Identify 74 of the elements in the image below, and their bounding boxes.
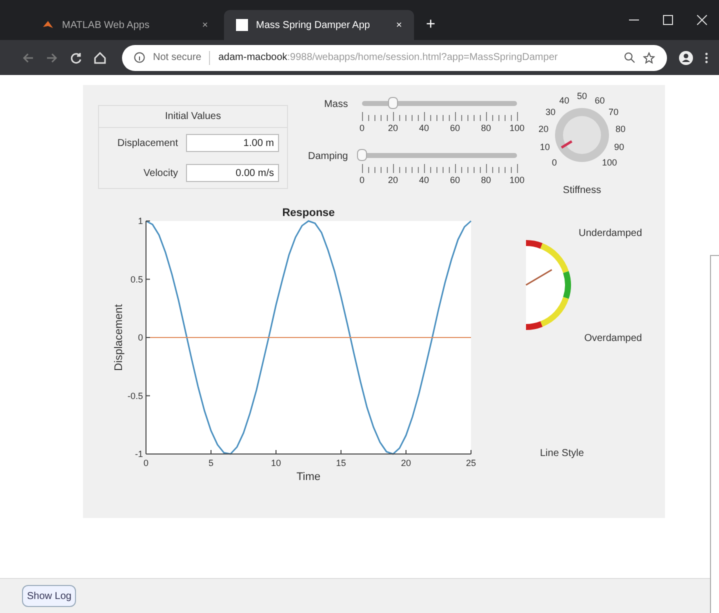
field-label: Velocity bbox=[144, 166, 178, 180]
x-tick-label: 10 bbox=[271, 458, 281, 468]
line-style-label: Line Style bbox=[540, 447, 585, 461]
show-log-button[interactable]: Show Log bbox=[22, 585, 76, 607]
panel-title: Initial Values bbox=[99, 106, 287, 128]
y-tick-label: 0.5 bbox=[130, 274, 143, 284]
input-field[interactable]: 1.00 m bbox=[186, 134, 279, 152]
tick-label: 60 bbox=[450, 174, 460, 187]
y-tick-label: -0.5 bbox=[127, 390, 143, 401]
input-field[interactable]: 0.00 m/s bbox=[186, 164, 279, 182]
tick-label: 20 bbox=[388, 174, 398, 187]
knob-tick-label: 70 bbox=[608, 107, 619, 118]
knob-tick-label: 80 bbox=[616, 124, 626, 134]
y-tick-label: 0 bbox=[138, 332, 143, 342]
account-icon[interactable] bbox=[679, 50, 693, 64]
x-tick-label: 25 bbox=[466, 458, 476, 468]
knob-tick-label: 100 bbox=[602, 158, 618, 168]
gauge-label: Overdamped bbox=[584, 332, 642, 346]
tick-label: 80 bbox=[481, 122, 491, 135]
url-text: adam-macbook:9988/webapps/home/session.html?app=MassSpringDamper bbox=[218, 51, 559, 65]
slider-label: Mass bbox=[323, 98, 348, 112]
x-tick-label: 15 bbox=[336, 458, 346, 468]
address-bar[interactable]: Not secure adam-macbook:9988/webapps/home/session.html?app=MassSpringDamper bbox=[122, 44, 667, 70]
maximize-icon[interactable] bbox=[663, 15, 673, 25]
close-icon[interactable]: × bbox=[202, 18, 208, 32]
tick-label: 0 bbox=[360, 122, 364, 135]
gauge-label: Underdamped bbox=[578, 227, 642, 241]
chart-title: Response bbox=[282, 207, 335, 219]
knob-tick-label: 90 bbox=[614, 142, 624, 152]
tick-label: 0 bbox=[360, 174, 364, 187]
gauge-needle bbox=[526, 269, 552, 286]
new-tab-button[interactable]: + bbox=[418, 10, 444, 40]
y-tick-label: -1 bbox=[134, 449, 143, 459]
tick-label: 100 bbox=[509, 174, 525, 187]
browser-tab[interactable]: Mass Spring Damper App × bbox=[224, 10, 414, 40]
close-icon[interactable] bbox=[697, 15, 707, 25]
slider-thumb[interactable] bbox=[388, 97, 398, 109]
knob-tick-label: 0 bbox=[552, 158, 557, 168]
logo-icon bbox=[42, 19, 54, 31]
tick-label: 80 bbox=[481, 174, 491, 187]
slider-thumb[interactable] bbox=[357, 149, 367, 161]
tick-label: 20 bbox=[388, 122, 398, 135]
knob-tick-label: 50 bbox=[577, 91, 587, 101]
reload-icon[interactable] bbox=[70, 52, 82, 64]
x-tick-label: 20 bbox=[401, 458, 411, 468]
security-label: Not secure bbox=[153, 51, 202, 65]
field-label: Displacement bbox=[117, 136, 178, 150]
knob-tick-label: 10 bbox=[540, 142, 550, 152]
close-icon[interactable]: × bbox=[396, 18, 402, 32]
star-icon[interactable] bbox=[643, 52, 655, 64]
forward-icon[interactable] bbox=[46, 52, 58, 64]
knob-tick-label: 40 bbox=[559, 95, 570, 106]
tick-label: 40 bbox=[419, 122, 429, 135]
browser-tab[interactable]: MATLAB Web Apps × bbox=[30, 10, 220, 40]
tick-label: 100 bbox=[509, 122, 525, 135]
x-axis-label: Time bbox=[296, 471, 321, 483]
knob-label: Stiffness bbox=[562, 184, 602, 198]
knob-tick-label: 60 bbox=[594, 95, 605, 106]
tick-label: 40 bbox=[419, 174, 429, 187]
x-tick-label: 5 bbox=[208, 458, 214, 468]
knob-tick-label: 20 bbox=[538, 124, 548, 134]
y-tick-label: 1 bbox=[138, 216, 143, 226]
menu-icon[interactable] bbox=[705, 52, 708, 64]
home-icon[interactable] bbox=[94, 52, 106, 64]
x-tick-label: 0 bbox=[144, 458, 148, 468]
slider-label: Damping bbox=[306, 150, 348, 164]
tick-label: 60 bbox=[450, 122, 460, 135]
knob-tick-label: 30 bbox=[545, 107, 556, 118]
knob[interactable]: 0 10 20 30 40 50 60 70 80 90 100 bbox=[532, 87, 632, 183]
back-icon[interactable] bbox=[22, 52, 34, 64]
page-icon bbox=[236, 19, 248, 31]
info-icon bbox=[134, 52, 145, 63]
zoom-icon[interactable] bbox=[624, 52, 635, 63]
y-axis-label: Displacement bbox=[113, 304, 125, 371]
